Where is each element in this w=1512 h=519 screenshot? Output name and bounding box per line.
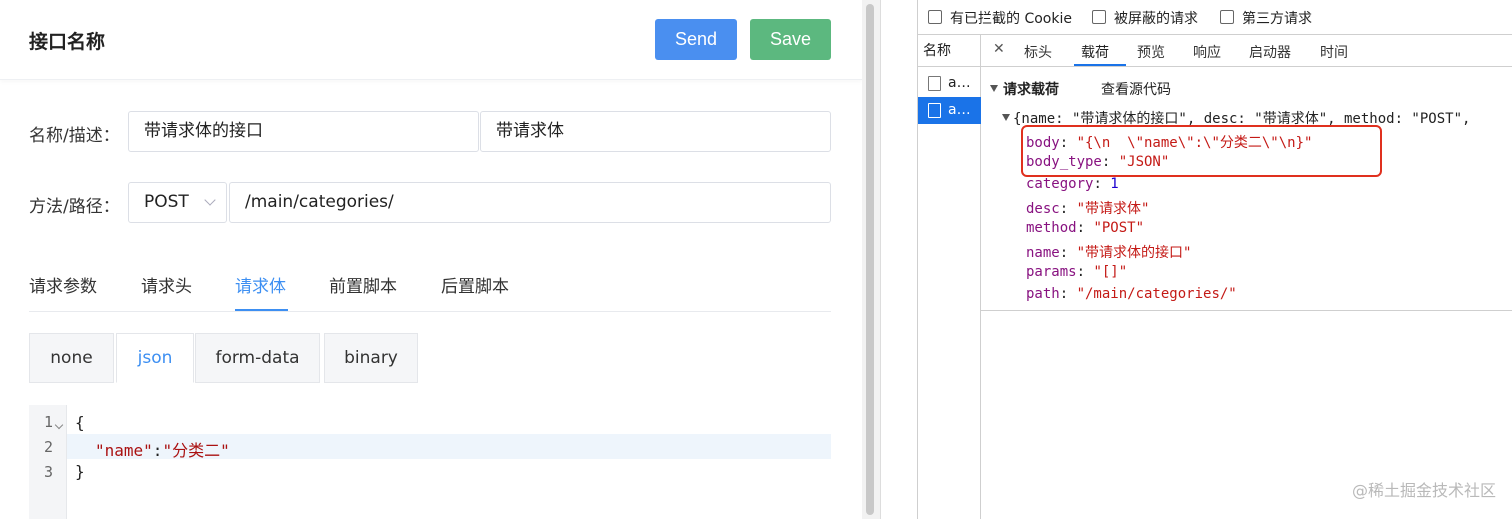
tab-post-script[interactable]: 后置脚本 [441,272,509,297]
json-value: "分类二" [162,441,230,460]
blocked-cookies-label: 有已拦截的 Cookie [950,11,1072,27]
line-number-gutter: 1 2 3 [29,405,67,519]
line-number: 1 [43,413,53,431]
close-icon[interactable]: ✕ [993,41,1005,57]
tab-payload[interactable]: 载荷 [1081,42,1109,62]
body-type-form-data[interactable]: form-data [195,333,320,383]
scrollbar-thumb[interactable] [866,4,874,515]
third-party-label: 第三方请求 [1242,11,1312,27]
description-input[interactable]: 带请求体 [480,111,831,152]
field-value: "POST" [1093,220,1145,236]
editor-header: 接口名称 Send Save [0,0,862,80]
field-key: params [1026,264,1077,280]
active-tab-indicator [1074,64,1126,66]
field-key: path [1026,286,1060,302]
payload-title: 请求载荷 [1003,82,1059,98]
blocked-cookies-checkbox[interactable] [928,10,942,24]
save-button[interactable]: Save [750,19,831,60]
payload-field-desc: desc: "带请求体" [1026,201,1150,217]
path-input[interactable]: /main/categories/ [229,182,831,223]
pane-separator [880,0,917,519]
field-value: "[]" [1093,264,1128,280]
request-row[interactable]: a… [918,70,981,97]
document-icon [928,103,941,118]
line-number: 2 [43,438,53,456]
tab-initiator[interactable]: 启动器 [1249,42,1291,62]
name-column-header[interactable]: 名称 [918,35,981,67]
method-select[interactable]: POST [128,182,227,223]
field-value: 1 [1110,176,1119,192]
third-party-checkbox[interactable] [1220,10,1234,24]
name-input[interactable]: 带请求体的接口 [128,111,479,152]
name-desc-label: 名称/描述： [29,126,120,146]
json-key: "name" [95,441,153,460]
view-source-link[interactable]: 查看源代码 [1101,79,1171,99]
expand-triangle-icon[interactable] [990,85,998,92]
field-key: name [1026,245,1060,261]
request-name: a… [948,75,971,91]
tab-headers[interactable]: 请求头 [141,272,192,297]
request-list: 名称 a… a… [918,35,981,519]
payload-field-category: category: 1 [1026,176,1119,192]
code-line-1: { [75,413,85,432]
network-filter-bar: 有已拦截的 Cookie 被屏蔽的请求 第三方请求 [918,0,1512,35]
tab-timing[interactable]: 时间 [1320,42,1348,62]
blocked-requests-checkbox[interactable] [1092,10,1106,24]
payload-field-method: method: "POST" [1026,220,1145,236]
code-line-3: } [75,462,85,481]
blocked-requests-label: 被屏蔽的请求 [1114,11,1198,27]
method-path-label: 方法/路径： [29,197,120,217]
payload-field-path: path: "/main/categories/" [1026,286,1237,302]
payload-field-params: params: "[]" [1026,264,1128,280]
chevron-down-icon [204,194,216,206]
body-type-none[interactable]: none [29,333,114,383]
payload-field-name: name: "带请求体的接口" [1026,245,1192,261]
request-name: a… [948,102,971,118]
api-editor-pane: 接口名称 Send Save 名称/描述： 带请求体的接口 带请求体 方法/路径… [0,0,862,519]
field-value: "带请求体的接口" [1076,245,1192,261]
detail-tabs: ✕ 标头 载荷 预览 响应 启动器 时间 [981,35,1512,67]
body-type-binary[interactable]: binary [324,333,418,383]
tab-preview[interactable]: 预览 [1137,42,1165,62]
body-type-tabs: none json form-data binary [29,333,831,383]
tab-params[interactable]: 请求参数 [29,272,97,297]
field-value: "带请求体" [1076,201,1150,217]
active-tab-indicator [235,309,288,311]
json-code-editor[interactable]: 1 2 3 { "name":"分类二" } [29,405,831,519]
watermark: @稀土掘金技术社区 [1351,481,1496,500]
document-icon [928,76,941,91]
method-value: POST [144,192,189,212]
expand-triangle-icon[interactable] [1002,114,1010,121]
devtools-network-panel: 有已拦截的 Cookie 被屏蔽的请求 第三方请求 名称 a… a… ✕ 标头 … [917,0,1512,519]
page-title: 接口名称 [29,31,106,53]
line-number: 3 [43,463,53,481]
annotation-highlight-box [1021,125,1382,177]
request-payload-section: 请求载荷 查看源代码 {name: "带请求体的接口", desc: "带请求体… [981,67,1512,311]
tab-response[interactable]: 响应 [1193,42,1221,62]
tab-headers[interactable]: 标头 [1024,42,1052,62]
tab-body[interactable]: 请求体 [235,272,286,297]
body-type-json[interactable]: json [116,333,194,383]
json-colon: : [152,441,163,460]
field-key: method [1026,220,1077,236]
field-key: category [1026,176,1094,192]
request-tabs: 请求参数 请求头 请求体 前置脚本 后置脚本 [29,262,831,312]
request-row-selected[interactable]: a… [918,97,981,124]
fold-chevron-icon[interactable] [54,420,64,430]
send-button[interactable]: Send [655,19,737,60]
field-key: desc [1026,201,1060,217]
code-line-2: "name":"分类二" [95,437,230,461]
field-value: "/main/categories/" [1076,286,1237,302]
tab-pre-script[interactable]: 前置脚本 [329,272,397,297]
